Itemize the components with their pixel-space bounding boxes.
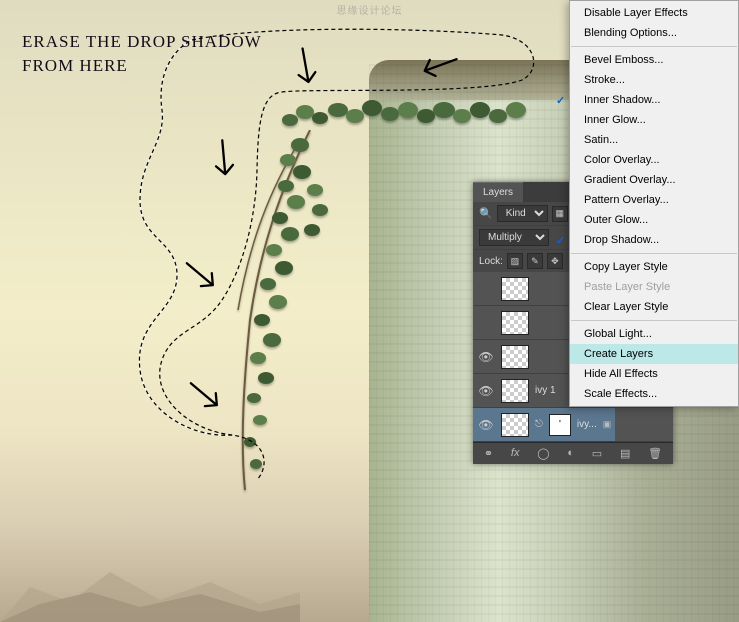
layer-thumbnail[interactable] [501,345,529,369]
menu-item[interactable]: ✓Drop Shadow... [570,230,738,250]
layer-thumbnail[interactable] [501,277,529,301]
menu-item-label: Global Light... [584,328,652,340]
layer-row-selected[interactable]: 👁 ⎋ ' ivy... ▣ [473,408,615,442]
layers-kind-select[interactable]: Kind [497,205,548,222]
fx-icon[interactable]: fx [511,447,520,460]
layers-footer: ⚭ fx ◯ ◐ ▭ ▤ 🗑 [473,442,673,464]
visibility-toggle[interactable]: 👁 [477,350,495,364]
lock-transparent-icon[interactable]: ▨ [507,253,523,269]
menu-item-label: Color Overlay... [584,154,660,166]
layer-thumbnail[interactable] [501,311,529,335]
menu-item-label: Create Layers [584,348,653,360]
menu-item[interactable]: Stroke... [570,70,738,90]
lock-label: Lock: [479,256,503,267]
menu-item[interactable]: Copy Layer Style [570,257,738,277]
menu-item-label: Disable Layer Effects [584,7,688,19]
link-layers-icon[interactable]: ⚭ [484,447,493,460]
menu-item-label: Pattern Overlay... [584,194,669,206]
menu-item-label: Bevel Emboss... [584,54,663,66]
group-icon[interactable]: ▭ [592,447,602,460]
menu-item-label: Paste Layer Style [584,281,670,293]
adjustment-icon[interactable]: ◐ [567,447,574,460]
annotation-arrow [180,254,223,297]
lock-pixels-icon[interactable]: ✎ [527,253,543,269]
menu-item[interactable]: Hide All Effects [570,364,738,384]
menu-item[interactable]: Clear Layer Style [570,297,738,317]
menu-item[interactable]: Gradient Overlay... [570,170,738,190]
menu-item-label: Satin... [584,134,618,146]
background-mountains [0,532,300,622]
checkmark-icon: ✓ [556,94,565,107]
canvas-area: 思缘设计论坛 WWW.MISSYUAN.COM ERASE THE DROP S… [0,0,739,622]
menu-item[interactable]: Blending Options... [570,23,738,43]
menu-item-label: Gradient Overlay... [584,174,676,186]
visibility-toggle[interactable]: 👁 [477,418,495,432]
trash-icon[interactable]: 🗑 [648,447,662,460]
menu-item-label: Inner Shadow... [584,94,660,106]
layers-tab[interactable]: Layers [473,182,523,202]
menu-item[interactable]: Satin... [570,130,738,150]
menu-item-label: Copy Layer Style [584,261,668,273]
layer-thumbnail[interactable] [501,379,529,403]
layer-thumbnail[interactable] [501,413,529,437]
blend-mode-select[interactable]: Multiply [479,229,549,246]
menu-item-label: Hide All Effects [584,368,658,380]
watermark-center: 思缘设计论坛 [337,2,403,17]
mask-icon[interactable]: ◯ [537,447,549,460]
menu-item-label: Clear Layer Style [584,301,668,313]
layer-style-context-menu[interactable]: Disable Layer Effects Blending Options...… [569,0,739,407]
menu-item[interactable]: Pattern Overlay... [570,190,738,210]
menu-item[interactable]: Outer Glow... [570,210,738,230]
menu-separator [571,253,737,254]
fx-badge-icon[interactable]: ▣ [603,419,612,430]
menu-item[interactable]: Disable Layer Effects [570,3,738,23]
checkmark-icon: ✓ [556,234,565,247]
menu-item-label: Blending Options... [584,27,677,39]
menu-item[interactable]: Create Layers [570,344,738,364]
menu-separator [571,46,737,47]
lock-position-icon[interactable]: ✥ [547,253,563,269]
layer-name[interactable]: ivy... [577,419,597,430]
filter-pixel-icon[interactable]: ▦ [552,206,568,222]
menu-separator [571,320,737,321]
visibility-toggle[interactable]: 👁 [477,384,495,398]
menu-item-label: Outer Glow... [584,214,648,226]
menu-item-label: Scale Effects... [584,388,657,400]
menu-item[interactable]: Global Light... [570,324,738,344]
menu-item: Paste Layer Style [570,277,738,297]
menu-item-label: Drop Shadow... [584,234,659,246]
annotation-arrow [184,374,227,417]
menu-item-label: Inner Glow... [584,114,646,126]
menu-item[interactable]: Scale Effects... [570,384,738,404]
link-icon: ⎋ [535,419,543,430]
menu-item[interactable]: Color Overlay... [570,150,738,170]
new-layer-icon[interactable]: ▤ [620,447,630,460]
menu-item[interactable]: ✓Inner Shadow... [570,90,738,110]
menu-item[interactable]: Inner Glow... [570,110,738,130]
layer-mask-thumbnail[interactable]: ' [549,414,571,436]
menu-item-label: Stroke... [584,74,625,86]
menu-item[interactable]: Bevel Emboss... [570,50,738,70]
